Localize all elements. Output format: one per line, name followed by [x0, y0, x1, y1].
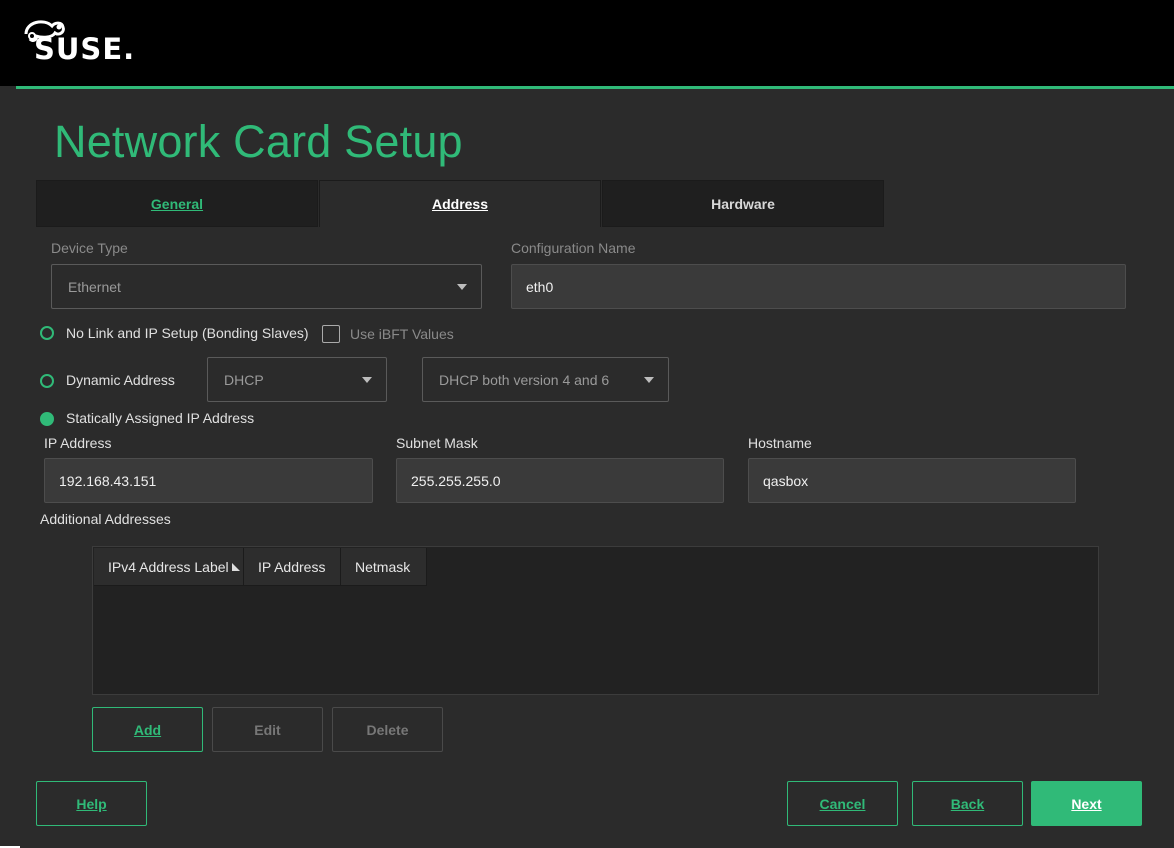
logo-wordmark: SUSE.: [34, 32, 136, 66]
hostname-field[interactable]: qasbox: [748, 458, 1076, 503]
ip-address-value: 192.168.43.151: [59, 472, 157, 489]
subnet-mask-value: 255.255.255.0: [411, 472, 501, 489]
use-ibft-checkbox[interactable]: [322, 325, 340, 343]
static-address-radio[interactable]: [40, 412, 54, 426]
suse-logo: SUSE.: [22, 12, 152, 66]
page-title: Network Card Setup: [54, 116, 463, 167]
dhcp-method-select[interactable]: DHCP: [207, 357, 387, 402]
back-button[interactable]: Back: [912, 781, 1023, 826]
next-button[interactable]: Next: [1031, 781, 1142, 826]
chevron-down-icon: [362, 376, 372, 383]
dhcp-method-value: DHCP: [224, 371, 264, 388]
chevron-down-icon: [644, 376, 654, 383]
tab-label: Address: [431, 196, 489, 212]
cancel-button[interactable]: Cancel: [787, 781, 898, 826]
button-label: Back: [950, 795, 985, 812]
button-label: Edit: [254, 721, 281, 738]
device-type-label: Device Type: [51, 240, 128, 256]
tab-hardware[interactable]: Hardware: [602, 180, 884, 227]
tab-label: General: [150, 195, 204, 212]
hostname-value: qasbox: [763, 472, 809, 489]
dynamic-address-label: Dynamic Address: [66, 372, 175, 388]
subnet-mask-field[interactable]: 255.255.255.0: [396, 458, 724, 503]
hostname-label: Hostname: [748, 435, 812, 451]
no-link-label: No Link and IP Setup (Bonding Slaves): [66, 325, 309, 341]
configuration-name-label: Configuration Name: [511, 240, 636, 256]
column-header-text: IPv4 Address Label: [108, 558, 229, 575]
tab-address[interactable]: Address: [319, 180, 601, 227]
chevron-down-icon: [457, 283, 467, 290]
button-label: Help: [76, 795, 107, 812]
dhcp-version-select[interactable]: DHCP both version 4 and 6: [422, 357, 669, 402]
button-label: Add: [133, 721, 162, 738]
button-label: Next: [1071, 795, 1102, 812]
tab-general[interactable]: General: [36, 180, 318, 227]
sort-indicator-icon: [231, 562, 240, 571]
column-header-ip-address[interactable]: IP Address: [244, 548, 341, 586]
help-button[interactable]: Help: [36, 781, 147, 826]
tab-label: Hardware: [711, 195, 775, 212]
no-link-radio[interactable]: [40, 326, 54, 340]
column-header-text: Netmask: [355, 558, 411, 575]
add-button[interactable]: Add: [92, 707, 203, 752]
column-header-netmask[interactable]: Netmask: [341, 548, 427, 586]
device-type-select[interactable]: Ethernet: [51, 264, 482, 309]
edit-button[interactable]: Edit: [212, 707, 323, 752]
configuration-name-field[interactable]: eth0: [511, 264, 1126, 309]
ip-address-field[interactable]: 192.168.43.151: [44, 458, 373, 503]
use-ibft-label: Use iBFT Values: [350, 326, 454, 342]
static-address-label: Statically Assigned IP Address: [66, 410, 255, 426]
device-type-value: Ethernet: [68, 278, 121, 295]
button-label: Delete: [366, 721, 409, 738]
button-label: Cancel: [819, 795, 866, 812]
ip-address-label: IP Address: [44, 435, 112, 451]
dynamic-address-radio[interactable]: [40, 374, 54, 388]
top-banner: [0, 0, 1174, 86]
dhcp-version-value: DHCP both version 4 and 6: [439, 371, 610, 388]
delete-button[interactable]: Delete: [332, 707, 443, 752]
column-header-text: IP Address: [258, 558, 326, 575]
configuration-name-value: eth0: [526, 278, 554, 295]
additional-addresses-label: Additional Addresses: [40, 511, 171, 527]
column-header-ipv4-label[interactable]: IPv4 Address Label: [94, 548, 244, 586]
subnet-mask-label: Subnet Mask: [396, 435, 478, 451]
